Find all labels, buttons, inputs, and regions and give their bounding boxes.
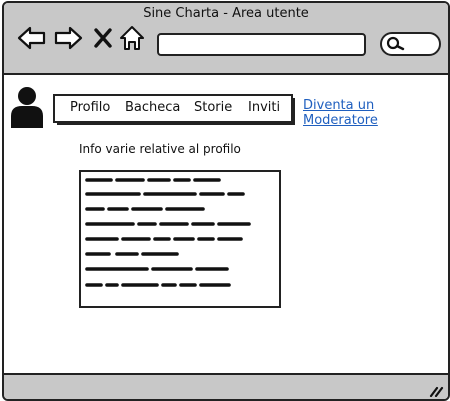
browser-window: Sine Charta - Area utente Profilo Bachec…: [2, 1, 450, 401]
close-x-icon[interactable]: [93, 27, 113, 49]
menu-item-bacheca[interactable]: Bacheca: [125, 100, 180, 115]
become-moderator-link[interactable]: Diventa un Moderatore: [303, 98, 448, 128]
forward-arrow-icon[interactable]: [53, 25, 83, 51]
menu-item-storie[interactable]: Storie: [194, 100, 232, 115]
menu-item-inviti[interactable]: Inviti: [248, 100, 280, 115]
main-menu: Profilo Bacheca Storie Inviti: [53, 94, 295, 125]
title-bar: Sine Charta - Area utente: [4, 3, 448, 75]
back-arrow-icon[interactable]: [17, 25, 47, 51]
home-icon[interactable]: [119, 25, 145, 51]
profile-info-textarea[interactable]: [79, 170, 281, 308]
placeholder-text-scribble: [85, 178, 251, 287]
menu-item-profilo[interactable]: Profilo: [70, 100, 110, 115]
profile-info-label: Info varie relative al profilo: [79, 142, 241, 156]
avatar: [11, 87, 43, 128]
status-bar: [4, 373, 448, 399]
resize-grip-icon[interactable]: [428, 385, 444, 397]
window-title: Sine Charta - Area utente: [143, 6, 309, 21]
search-input[interactable]: [380, 32, 441, 56]
url-input[interactable]: [157, 33, 366, 56]
search-icon: [386, 36, 405, 51]
